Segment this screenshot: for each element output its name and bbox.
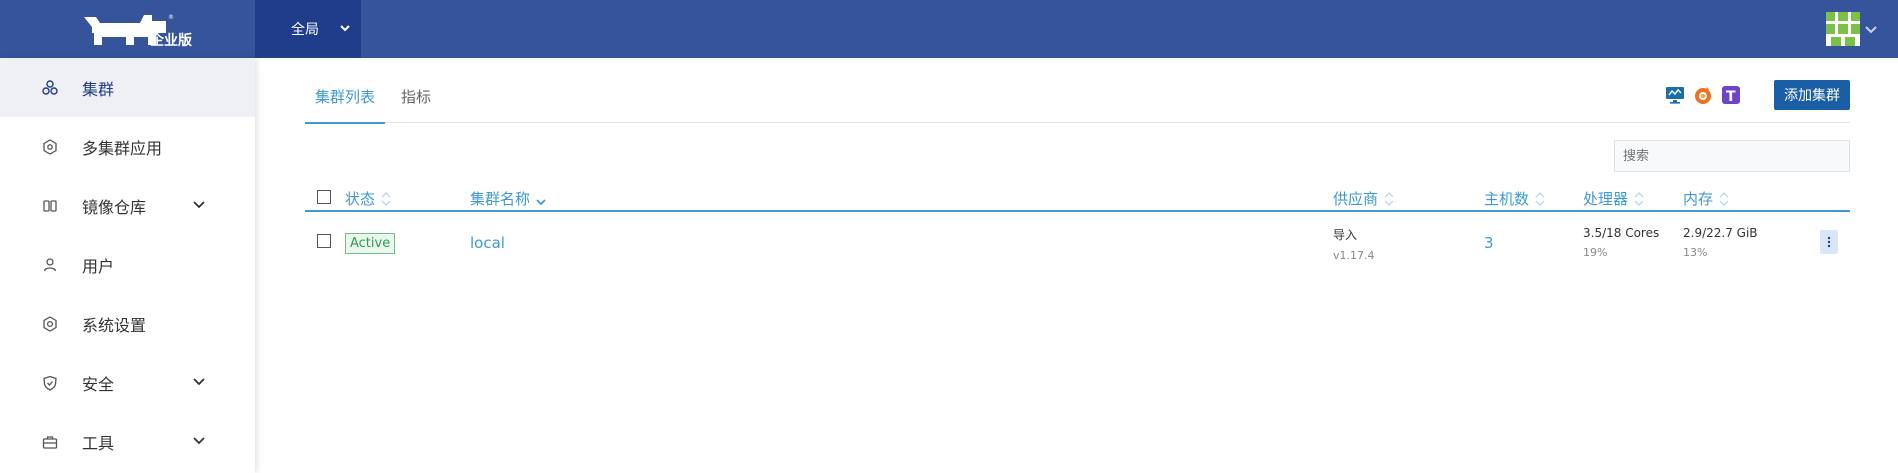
tab-metrics[interactable]: 指标: [401, 86, 431, 107]
provider-name: 导入: [1333, 228, 1358, 242]
memory-cell: 2.9/22.7 GiB 13%: [1683, 226, 1758, 259]
column-header-cpu[interactable]: 处理器: [1583, 188, 1644, 209]
sort-icon: [1535, 191, 1545, 206]
sidebar-item-label: 多集群应用: [82, 138, 163, 158]
scope-label: 全局: [291, 22, 319, 38]
column-header-nodes[interactable]: 主机数: [1484, 188, 1545, 209]
chevron-down-icon: [340, 25, 350, 32]
settings-icon: [42, 315, 58, 332]
add-cluster-button[interactable]: 添加集群: [1774, 80, 1850, 110]
cpu-cell: 3.5/18 Cores 19%: [1583, 226, 1659, 259]
sort-icon: [1719, 191, 1729, 206]
sidebar-item-label: 系统设置: [82, 315, 147, 335]
active-tab-indicator: [305, 122, 385, 124]
toolbox-icon: [42, 434, 58, 450]
sidebar-item-users[interactable]: 用户: [0, 235, 255, 294]
top-navigation-bar: ® 企业版 全局: [0, 0, 1898, 58]
user-icon: [42, 257, 58, 273]
provider-cell: 导入 v1.17.4: [1333, 226, 1375, 262]
column-header-memory[interactable]: 内存: [1683, 188, 1729, 209]
row-checkbox[interactable]: [317, 234, 331, 248]
provider-version: v1.17.4: [1333, 249, 1375, 262]
cpu-percent: 19%: [1583, 246, 1608, 259]
node-count-link[interactable]: 3: [1484, 234, 1494, 252]
edition-label: 企业版: [150, 33, 192, 49]
column-header-cluster-name[interactable]: 集群名称: [470, 188, 546, 209]
chevron-down-icon: [1865, 26, 1877, 34]
sidebar-item-clusters[interactable]: 集群: [0, 58, 255, 117]
chevron-down-icon[interactable]: [192, 198, 206, 212]
sort-icon: [1384, 191, 1394, 206]
multi-cluster-app-icon: [42, 138, 58, 155]
sidebar-item-label: 用户: [82, 256, 115, 276]
sidebar: 集群 多集群应用 镜像仓库 用户 系统设置 安全 工具: [0, 58, 255, 473]
grafana-icon[interactable]: [1692, 84, 1714, 106]
sort-descending-icon: [536, 198, 546, 205]
cluster-icon: [42, 79, 58, 96]
row-actions-menu-button[interactable]: [1820, 230, 1838, 254]
memory-usage: 2.9/22.7 GiB: [1683, 226, 1758, 240]
logo[interactable]: ® 企业版: [0, 0, 255, 58]
shield-icon: [42, 375, 58, 391]
table-row: Active local 导入 v1.17.4 3 3.5/18 Cores 1…: [305, 214, 1850, 270]
toolbar-actions: T 添加集群: [1664, 80, 1850, 110]
cpu-usage: 3.5/18 Cores: [1583, 226, 1660, 240]
column-header-provider[interactable]: 供应商: [1333, 188, 1394, 209]
memory-percent: 13%: [1683, 246, 1708, 259]
sidebar-item-label: 工具: [82, 433, 115, 453]
sidebar-item-registry[interactable]: 镜像仓库: [0, 176, 255, 235]
sidebar-item-tools[interactable]: 工具: [0, 412, 255, 471]
sort-icon: [1634, 191, 1644, 206]
user-menu[interactable]: [1826, 12, 1878, 46]
terminal-icon[interactable]: T: [1720, 84, 1742, 106]
search-input[interactable]: [1614, 140, 1850, 172]
more-vertical-icon: [1827, 236, 1831, 248]
cluster-name-link[interactable]: local: [470, 234, 505, 252]
monitor-icon[interactable]: [1664, 84, 1686, 106]
chevron-down-icon[interactable]: [192, 375, 206, 389]
sidebar-item-label: 镜像仓库: [82, 197, 147, 217]
select-all-checkbox[interactable]: [317, 190, 331, 204]
avatar: [1826, 12, 1860, 46]
registry-icon: [42, 198, 58, 214]
sidebar-item-settings[interactable]: 系统设置: [0, 294, 255, 353]
sidebar-item-label: 安全: [82, 374, 115, 394]
sidebar-item-label: 集群: [82, 79, 115, 99]
tab-bar: 集群列表 指标 T 添加集群: [305, 58, 1850, 124]
scope-selector[interactable]: 全局: [255, 0, 361, 58]
status-badge: Active: [345, 233, 396, 254]
sidebar-item-multi-cluster-apps[interactable]: 多集群应用: [0, 117, 255, 176]
sidebar-item-security[interactable]: 安全: [0, 353, 255, 412]
sort-icon: [381, 191, 391, 206]
svg-text:T: T: [1726, 89, 1736, 105]
table-header: 状态 集群名称 供应商 主机数 处理器 内存: [305, 182, 1850, 212]
chevron-down-icon[interactable]: [192, 434, 206, 448]
tab-cluster-list[interactable]: 集群列表: [315, 86, 375, 107]
column-header-state[interactable]: 状态: [345, 188, 391, 209]
svg-text:®: ®: [168, 14, 174, 21]
